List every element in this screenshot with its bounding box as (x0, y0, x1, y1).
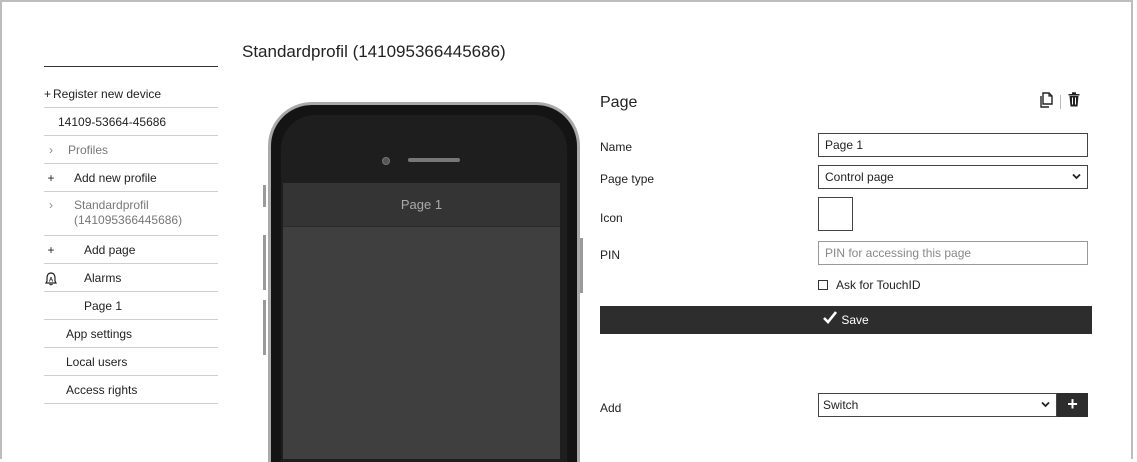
icon-label: Icon (600, 211, 623, 225)
sidebar-item-register-device[interactable]: + Register new device (44, 80, 218, 108)
sidebar-item-label: Alarms (84, 271, 122, 285)
sidebar-item-label: Add new profile (74, 171, 157, 185)
name-field[interactable]: Page 1 (818, 133, 1088, 157)
sidebar-item-label: Add page (84, 243, 136, 257)
sidebar-item-app-settings[interactable]: App settings (44, 320, 218, 348)
sidebar-item-page-1[interactable]: Page 1 (44, 292, 218, 320)
sidebar-item-label: 14109-53664-45686 (58, 115, 167, 129)
icon-picker[interactable] (818, 197, 853, 231)
touchid-option[interactable]: Ask for TouchID (818, 278, 920, 292)
phone-side-button (263, 235, 266, 290)
plus-icon: + (47, 171, 55, 185)
trash-icon[interactable] (1068, 92, 1080, 112)
plus-icon: + (47, 243, 55, 257)
page-type-label: Page type (600, 172, 655, 186)
chevron-right-icon: › (49, 143, 53, 157)
sidebar-item-label: App settings (66, 327, 133, 341)
page-title: Standardprofil (141095366445686) (242, 42, 506, 61)
chevron-down-icon (1041, 394, 1050, 416)
sidebar-item-access-rights[interactable]: Access rights (44, 376, 218, 404)
copy-icon[interactable] (1040, 91, 1053, 113)
alarm-icon: A (44, 264, 58, 292)
sidebar-item-device[interactable]: 14109-53664-45686 (44, 108, 218, 136)
sidebar-item-label: Access rights (66, 383, 138, 397)
toolbar-divider (1060, 95, 1061, 109)
save-button[interactable]: Save (600, 306, 1092, 334)
speaker-icon (408, 158, 460, 162)
sidebar: + Register new device 14109-53664-45686 … (44, 66, 218, 404)
add-label: Add (600, 401, 622, 415)
sidebar-item-label: Register new device (53, 87, 162, 101)
save-label: Save (841, 313, 869, 327)
form-title: Page (600, 94, 638, 111)
page-type-select[interactable]: Control page (818, 165, 1088, 189)
camera-icon (382, 157, 390, 165)
sidebar-divider (44, 66, 218, 67)
pin-label: PIN (600, 248, 621, 262)
checkmark-icon (823, 311, 838, 329)
add-element-button[interactable]: + (1057, 393, 1088, 417)
sidebar-item-label: Local users (66, 355, 128, 369)
sidebar-item-sublabel: (141095366445686) (74, 213, 183, 227)
phone-screen-title: Page 1 (283, 183, 560, 227)
add-element-value: Switch (823, 398, 859, 412)
phone-side-button (263, 300, 266, 355)
phone-screen: Page 1 (283, 183, 560, 459)
add-element-select[interactable]: Switch (818, 393, 1057, 417)
touchid-checkbox[interactable] (818, 280, 828, 290)
phone-side-button (580, 238, 583, 293)
name-label: Name (600, 140, 633, 154)
page-type-value: Control page (825, 170, 894, 184)
sidebar-item-add-page[interactable]: + Add page (44, 236, 218, 264)
plus-icon: + (44, 87, 52, 101)
sidebar-item-label: Profiles (68, 143, 109, 157)
sidebar-item-label: Standardprofil (74, 198, 149, 212)
pin-input[interactable] (818, 241, 1088, 265)
toolbar (1040, 91, 1080, 113)
sidebar-item-profiles[interactable]: › Profiles (44, 136, 218, 164)
chevron-right-icon: › (49, 198, 53, 212)
sidebar-item-label: Page 1 (84, 299, 123, 313)
sidebar-item-add-profile[interactable]: + Add new profile (44, 164, 218, 192)
svg-text:A: A (49, 277, 54, 283)
phone-side-button (263, 185, 266, 207)
sidebar-item-standardprofil[interactable]: › Standardprofil (141095366445686) (44, 192, 218, 236)
sidebar-item-local-users[interactable]: Local users (44, 348, 218, 376)
touchid-label: Ask for TouchID (836, 278, 921, 292)
sidebar-item-alarms[interactable]: A Alarms (44, 264, 218, 292)
chevron-down-icon (1072, 166, 1081, 188)
